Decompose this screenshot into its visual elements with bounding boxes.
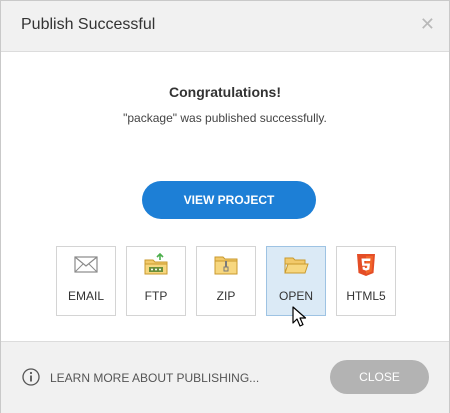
ftp-folder-icon: [144, 253, 168, 275]
email-option[interactable]: EMAIL: [56, 246, 116, 316]
publish-dialog: Publish Successful ✕ Congratulations! "p…: [0, 0, 450, 413]
close-icon[interactable]: ✕: [420, 14, 435, 34]
html5-icon: [357, 254, 375, 276]
mouse-pointer-icon: [292, 306, 307, 327]
ftp-option[interactable]: FTP: [126, 246, 186, 316]
close-button[interactable]: CLOSE: [330, 360, 429, 394]
zip-folder-icon: [214, 256, 238, 275]
envelope-icon: [74, 256, 98, 273]
open-label: OPEN: [278, 289, 313, 303]
html5-option[interactable]: HTML5: [336, 246, 396, 316]
html5-label: HTML5: [346, 289, 386, 303]
email-label: EMAIL: [67, 289, 104, 303]
publish-status-text: "package" was published successfully.: [123, 111, 327, 125]
open-folder-icon: [284, 257, 309, 274]
dialog-footer: LEARN MORE ABOUT PUBLISHING... CLOSE: [1, 341, 449, 413]
zip-option[interactable]: ZIP: [196, 246, 256, 316]
info-icon: [22, 368, 40, 386]
zip-label: ZIP: [216, 289, 236, 303]
learn-more-label: LEARN MORE ABOUT PUBLISHING...: [50, 371, 260, 385]
congrats-heading: Congratulations!: [169, 84, 281, 100]
ftp-label: FTP: [144, 289, 168, 303]
view-project-button[interactable]: VIEW PROJECT: [142, 181, 316, 219]
dialog-header: Publish Successful ✕: [1, 1, 449, 52]
dialog-title: Publish Successful: [21, 16, 156, 33]
